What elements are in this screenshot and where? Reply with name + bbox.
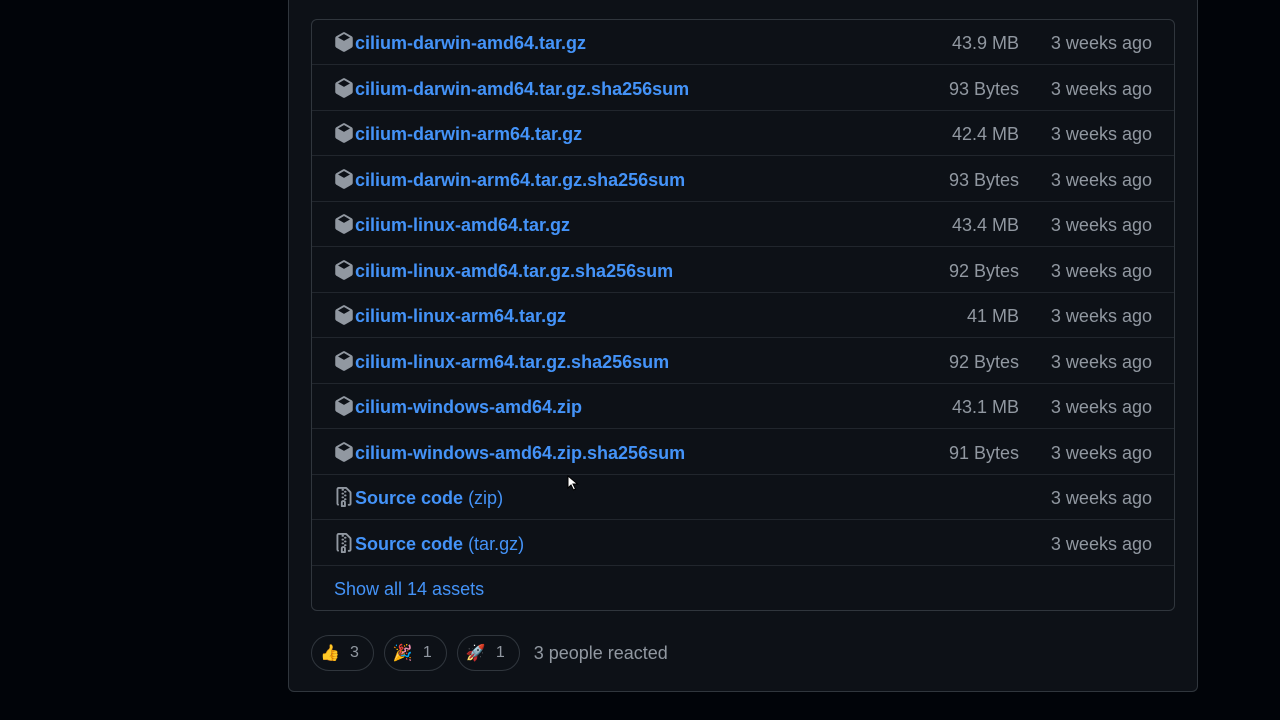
asset-size: 41 MB [966, 306, 1019, 326]
asset-link[interactable]: cilium-linux-amd64.tar.gz.sha256sum [355, 260, 673, 282]
asset-row: cilium-linux-arm64.tar.gz 41 MB 3 weeks … [312, 293, 1174, 338]
package-icon [335, 77, 353, 98]
asset-date: 3 weeks ago [1050, 124, 1152, 144]
asset-size: 43.1 MB [951, 397, 1019, 417]
source-code-label: Source code [355, 488, 464, 508]
asset-size: 92 Bytes [948, 351, 1019, 372]
package-icon [335, 350, 353, 371]
asset-size: 43.9 MB [951, 33, 1019, 53]
source-code-format: (zip) [468, 488, 504, 508]
rocket-icon: 🚀 [465, 645, 486, 662]
reaction-count: 1 [495, 644, 505, 661]
asset-size: 93 Bytes [948, 78, 1019, 99]
source-code-format: (tar.gz) [468, 533, 525, 554]
mouse-cursor-icon [567, 475, 579, 491]
asset-row: cilium-windows-amd64.zip 43.1 MB 3 weeks… [312, 384, 1174, 429]
package-icon [335, 441, 353, 462]
asset-link[interactable]: cilium-linux-amd64.tar.gz [355, 214, 570, 236]
asset-row: cilium-linux-amd64.tar.gz 43.4 MB 3 week… [312, 202, 1174, 247]
reaction-tada-button[interactable]: 🎉 1 [383, 635, 447, 671]
asset-date: 3 weeks ago [1050, 397, 1152, 417]
asset-date: 3 weeks ago [1050, 215, 1152, 235]
asset-link[interactable]: cilium-linux-arm64.tar.gz.sha256sum [355, 351, 669, 373]
file-zip-icon [336, 532, 352, 553]
asset-link[interactable]: cilium-darwin-amd64.tar.gz [355, 32, 586, 54]
asset-date: 3 weeks ago [1050, 169, 1152, 190]
asset-row: cilium-darwin-arm64.tar.gz.sha256sum 93 … [312, 157, 1174, 202]
assets-list: cilium-darwin-amd64.tar.gz 43.9 MB 3 wee… [311, 19, 1175, 611]
source-code-label: Source code [355, 533, 464, 554]
asset-date: 3 weeks ago [1050, 533, 1152, 554]
asset-size: 91 Bytes [948, 442, 1019, 463]
asset-date: 3 weeks ago [1050, 306, 1152, 326]
asset-link[interactable]: cilium-darwin-arm64.tar.gz.sha256sum [355, 169, 685, 191]
asset-link[interactable]: cilium-darwin-arm64.tar.gz [355, 123, 582, 145]
reactions-bar: 👍 3 🎉 1 🚀 1 3 people reacted [311, 635, 668, 671]
asset-row: cilium-windows-amd64.zip.sha256sum 91 By… [312, 430, 1174, 475]
asset-link[interactable]: cilium-windows-amd64.zip.sha256sum [355, 442, 685, 464]
asset-size: 92 Bytes [948, 260, 1019, 281]
package-icon [335, 123, 353, 143]
thumbs-up-icon: 👍 [320, 645, 340, 662]
reaction-count: 3 [350, 644, 359, 661]
package-icon [335, 214, 353, 234]
package-icon [335, 168, 353, 189]
source-code-tar-link[interactable]: Source code (tar.gz) [355, 533, 524, 555]
asset-row: cilium-darwin-arm64.tar.gz 42.4 MB 3 wee… [312, 111, 1174, 156]
asset-date: 3 weeks ago [1050, 351, 1152, 372]
asset-date: 3 weeks ago [1050, 33, 1152, 53]
asset-row: cilium-linux-arm64.tar.gz.sha256sum 92 B… [312, 339, 1174, 384]
asset-link[interactable]: cilium-darwin-amd64.tar.gz.sha256sum [355, 78, 689, 100]
reaction-count: 1 [422, 644, 432, 661]
source-code-row: Source code (zip) 3 weeks ago [312, 475, 1174, 520]
package-icon [335, 259, 353, 280]
show-all-assets-link[interactable]: Show all 14 assets [334, 578, 484, 600]
asset-date: 3 weeks ago [1050, 78, 1152, 99]
asset-size: 93 Bytes [948, 169, 1019, 190]
asset-date: 3 weeks ago [1050, 488, 1152, 508]
tada-icon: 🎉 [392, 645, 413, 662]
asset-row: cilium-darwin-amd64.tar.gz 43.9 MB 3 wee… [312, 20, 1174, 65]
asset-date: 3 weeks ago [1050, 442, 1152, 463]
reaction-rocket-button[interactable]: 🚀 1 [456, 635, 520, 671]
asset-row: cilium-darwin-amd64.tar.gz.sha256sum 93 … [312, 66, 1174, 111]
asset-row: cilium-linux-amd64.tar.gz.sha256sum 92 B… [312, 248, 1174, 293]
package-icon [335, 396, 353, 416]
asset-size: 42.4 MB [951, 124, 1019, 144]
reaction-thumbs-up-button[interactable]: 👍 3 [311, 635, 374, 671]
reactions-summary: 3 people reacted [533, 642, 668, 663]
source-code-zip-link[interactable]: Source code (zip) [355, 487, 503, 509]
package-icon [335, 305, 353, 325]
asset-link[interactable]: cilium-linux-arm64.tar.gz [355, 305, 566, 327]
package-icon [335, 32, 353, 52]
asset-date: 3 weeks ago [1050, 260, 1152, 281]
file-zip-icon [336, 487, 352, 507]
source-code-row: Source code (tar.gz) 3 weeks ago [312, 521, 1174, 566]
asset-size: 43.4 MB [951, 215, 1019, 235]
asset-link[interactable]: cilium-windows-amd64.zip [355, 396, 582, 418]
